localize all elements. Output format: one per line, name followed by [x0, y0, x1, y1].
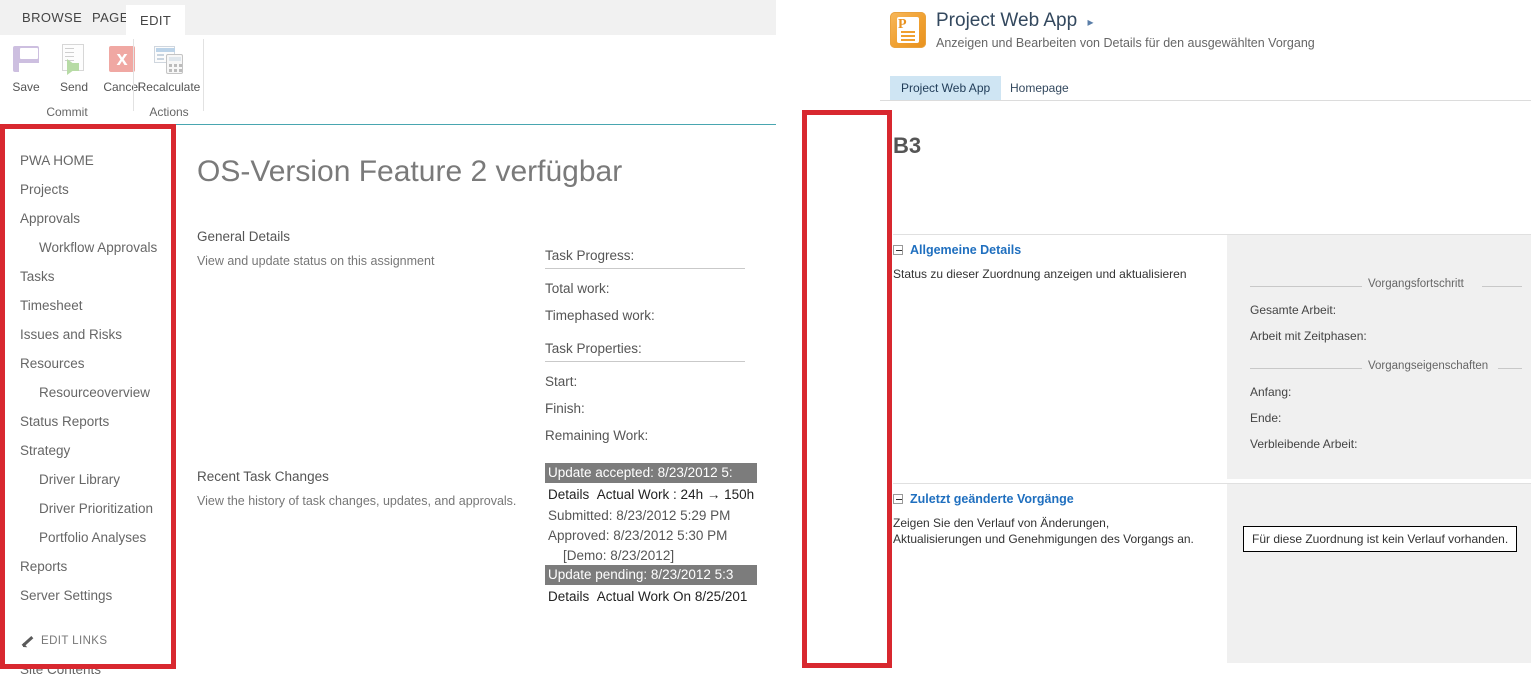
recalculate-button-label: Recalculate	[137, 80, 201, 94]
ribbon-body: Save Send x Cancel Commit Recalculate Ac…	[0, 35, 776, 123]
collapse-icon[interactable]	[893, 245, 903, 255]
right-tab-strip: Project Web App Homepage	[880, 76, 1531, 100]
start-label: Start:	[545, 374, 578, 389]
ribbon-group-commit: Save Send x Cancel Commit	[0, 35, 141, 123]
screenshot-root: BROWSE PAGE EDIT Save Send x Cancel Comm…	[0, 0, 1531, 674]
fieldset-vorgangseigenschaften-legend-label: Vorgangseigenschaften	[1368, 360, 1489, 372]
panel-zuletzt-right: Für diese Zuordnung ist kein Verlauf vor…	[1227, 484, 1531, 663]
task-progress-group-label: Task Progress:	[545, 248, 745, 269]
recalculate-button[interactable]: Recalculate	[134, 39, 204, 94]
history-details-text-2: Actual Work On 8/25/201	[596, 589, 748, 604]
history-entry-update-accepted: Update accepted: 8/23/2012 5:	[545, 463, 757, 483]
field-anfang: Anfang:	[1250, 385, 1292, 399]
history-entry-submitted: Submitted: 8/23/2012 5:29 PM	[548, 508, 731, 523]
fieldset-vorgangsfortschritt-legend: Vorgangsfortschritt	[1250, 278, 1522, 291]
panel-zuletzt-title[interactable]: Zuletzt geänderte Vorgänge	[893, 484, 1227, 506]
history-details-link-1[interactable]: Details	[548, 487, 589, 502]
panel-allgemeine-details: Allgemeine Details Status zu dieser Zuor…	[893, 234, 1531, 479]
field-verbleibende-arbeit: Verbleibende Arbeit:	[1250, 437, 1358, 451]
ribbon-group-commit-label: Commit	[46, 105, 88, 119]
send-icon	[58, 43, 90, 75]
panel-allgemeine-details-title-label: Allgemeine Details	[910, 243, 1022, 257]
right-app-title: Project Web App ▸	[936, 10, 1094, 32]
ribbon-tab-browse-label: BROWSE	[22, 10, 83, 25]
no-history-message: Für diese Zuordnung ist kein Verlauf vor…	[1243, 526, 1518, 552]
timephased-work-label: Timephased work:	[545, 308, 655, 323]
project-web-app-logo-icon: P	[890, 12, 926, 48]
field-ende: Ende:	[1250, 411, 1282, 425]
fieldset-vorgangseigenschaften: Vorgangseigenschaften Anfang: Ende: Verb…	[1250, 360, 1522, 451]
general-details-heading: General Details	[197, 229, 291, 244]
task-history-list: Update accepted: 8/23/2012 5: Details Ac…	[545, 463, 757, 607]
tab-homepage[interactable]: Homepage	[999, 76, 1080, 100]
remaining-work-label: Remaining Work:	[545, 428, 649, 443]
fieldset-vorgangsfortschritt: Vorgangsfortschritt Gesamte Arbeit: Arbe…	[1250, 278, 1522, 343]
panel-zuletzt-description: Zeigen Sie den Verlauf von Änderungen, A…	[893, 516, 1194, 546]
finish-label: Finish:	[545, 401, 585, 416]
send-button-label: Send	[59, 80, 89, 94]
annotation-box-right-gap	[802, 110, 892, 668]
ribbon-group-actions-label: Actions	[149, 105, 189, 119]
panel-allgemeine-details-left: Allgemeine Details Status zu dieser Zuor…	[893, 235, 1227, 479]
save-button-label: Save	[12, 80, 40, 94]
send-button[interactable]: Send	[50, 39, 98, 94]
ribbon-tab-strip: BROWSE PAGE EDIT	[0, 0, 776, 35]
task-progress-fields: Task Progress: Total work: Timephased wo…	[545, 248, 745, 443]
save-button[interactable]: Save	[2, 39, 50, 94]
history-entry-demo: [Demo: 8/23/2012]	[563, 548, 675, 563]
tab-homepage-label: Homepage	[1010, 81, 1069, 95]
ribbon-group-actions: Recalculate Actions	[134, 35, 204, 123]
ribbon-tab-edit-label: EDIT	[140, 12, 172, 28]
general-details-section: General Details View and update status o…	[197, 229, 757, 469]
history-entry-details-1[interactable]: Details Actual Work : 24h → 150h	[545, 483, 757, 505]
history-entry-approved: Approved: 8/23/2012 5:30 PM	[548, 528, 728, 543]
ribbon-tab-page-label: PAGE	[92, 10, 129, 25]
history-entry-details-2[interactable]: Details Actual Work On 8/25/201	[545, 585, 757, 607]
history-details-text-1: Actual Work : 24h → 150h	[596, 487, 755, 502]
page-title: OS-Version Feature 2 verfügbar	[197, 155, 623, 188]
save-icon	[10, 43, 42, 76]
panel-allgemeine-details-description: Status zu dieser Zuordnung anzeigen und …	[893, 267, 1187, 281]
collapse-icon-2[interactable]	[893, 494, 903, 504]
fieldset-vorgangseigenschaften-legend: Vorgangseigenschaften	[1250, 360, 1522, 373]
history-details-link-2[interactable]: Details	[548, 589, 589, 604]
field-arbeit-mit-zeitphasen: Arbeit mit Zeitphasen:	[1250, 329, 1367, 343]
task-properties-group-label: Task Properties:	[545, 341, 745, 362]
total-work-label: Total work:	[545, 281, 610, 296]
panel-allgemeine-details-title[interactable]: Allgemeine Details	[893, 235, 1227, 257]
right-tabs-rule	[880, 100, 1531, 101]
left-main-content: OS-Version Feature 2 verfügbar General D…	[197, 155, 757, 604]
right-header: P Project Web App ▸ Anzeigen und Bearbei…	[880, 0, 1531, 70]
breadcrumb-caret-icon[interactable]: ▸	[1087, 15, 1093, 29]
panel-zuletzt-title-label: Zuletzt geänderte Vorgänge	[910, 492, 1074, 506]
tab-project-web-app[interactable]: Project Web App	[890, 76, 1002, 100]
ribbon-group-divider-2	[203, 39, 204, 111]
panel-zuletzt-geaenderte-vorgaenge: Zuletzt geänderte Vorgänge Zeigen Sie de…	[893, 483, 1531, 663]
panel-allgemeine-details-right: Vorgangsfortschritt Gesamte Arbeit: Arbe…	[1227, 235, 1531, 479]
history-entry-update-pending: Update pending: 8/23/2012 5:3	[545, 565, 757, 585]
ribbon-tab-edit[interactable]: EDIT	[126, 5, 186, 35]
right-pwa-screenshot: P Project Web App ▸ Anzeigen und Bearbei…	[880, 0, 1531, 674]
right-app-subtitle: Anzeigen und Bearbeiten von Details für …	[936, 36, 1315, 50]
tab-project-web-app-label: Project Web App	[901, 81, 991, 95]
recent-task-changes-section: Recent Task Changes View the history of …	[197, 463, 757, 604]
annotation-box-left-nav	[0, 124, 176, 669]
panel-zuletzt-left: Zuletzt geänderte Vorgänge Zeigen Sie de…	[893, 484, 1227, 663]
fieldset-vorgangsfortschritt-legend-label: Vorgangsfortschritt	[1368, 278, 1464, 290]
field-gesamte-arbeit: Gesamte Arbeit:	[1250, 303, 1337, 317]
right-page-heading: B3	[893, 133, 922, 158]
right-app-title-text: Project Web App	[936, 10, 1078, 31]
recalculate-icon	[153, 43, 185, 75]
